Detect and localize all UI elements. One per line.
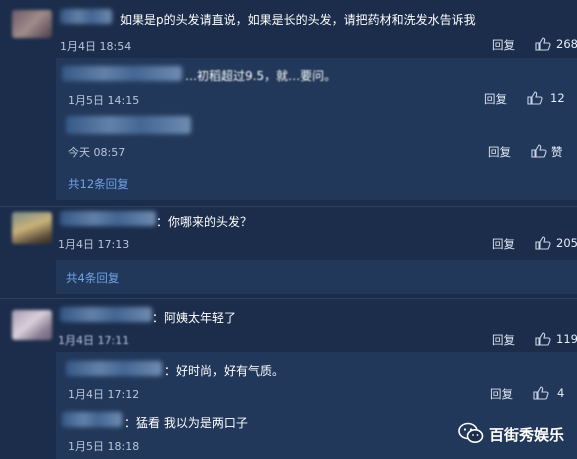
comment-text: 如果是p的头发请直说，如果是长的头发，请把药材和洗发水告诉我 bbox=[120, 13, 476, 27]
watermark-text: 百街秀娱乐 bbox=[489, 426, 565, 444]
username-blurred[interactable] bbox=[60, 307, 152, 322]
reply-date: 今天 08:57 bbox=[68, 146, 126, 159]
reply-button[interactable]: 回复 bbox=[492, 37, 515, 53]
like-count: 12 bbox=[550, 91, 565, 105]
reply-date: 1月4日 17:12 bbox=[68, 388, 140, 401]
avatar[interactable] bbox=[12, 212, 52, 244]
like-icon[interactable] bbox=[533, 386, 549, 400]
reply-date: 1月5日 18:18 bbox=[68, 440, 140, 453]
reply-text: ：好时尚，好有气质。 bbox=[164, 364, 285, 378]
username-blurred[interactable] bbox=[62, 412, 122, 427]
avatar[interactable] bbox=[12, 10, 52, 38]
avatar[interactable] bbox=[12, 310, 52, 340]
comment-date: 1月4日 18:54 bbox=[60, 40, 132, 53]
reply-button[interactable]: 回复 bbox=[490, 386, 513, 402]
like-icon[interactable] bbox=[535, 236, 551, 250]
comment-date: 1月4日 17:13 bbox=[58, 238, 130, 251]
username-blurred[interactable] bbox=[66, 116, 191, 134]
username-blurred[interactable] bbox=[60, 9, 112, 24]
comment-text: ：阿姨太年轻了 bbox=[152, 311, 237, 325]
more-replies-link[interactable]: 共12条回复 bbox=[68, 176, 129, 192]
comment-text: ：你哪来的头发？ bbox=[156, 215, 253, 229]
more-replies-link[interactable]: 共4条回复 bbox=[66, 270, 119, 286]
like-count: 119 bbox=[556, 332, 577, 346]
like-icon[interactable] bbox=[527, 91, 543, 105]
reply-thread bbox=[56, 260, 577, 294]
reply-button[interactable]: 回复 bbox=[492, 332, 515, 348]
reply-button[interactable]: 回复 bbox=[484, 91, 507, 107]
reply-button[interactable]: 回复 bbox=[492, 236, 515, 252]
reply-button[interactable]: 回复 bbox=[488, 144, 511, 160]
reply-text: …初稻超过9.5，就…要问。 bbox=[185, 69, 337, 83]
divider bbox=[0, 206, 577, 207]
username-blurred[interactable] bbox=[60, 211, 156, 226]
like-icon[interactable] bbox=[535, 37, 551, 51]
reply-date: 1月5日 14:15 bbox=[68, 94, 140, 107]
wechat-icon bbox=[458, 422, 484, 443]
username-blurred[interactable] bbox=[62, 66, 182, 81]
like-count: 4 bbox=[557, 386, 565, 400]
divider bbox=[0, 298, 577, 299]
like-icon[interactable] bbox=[535, 332, 551, 346]
comment-date: 1月4日 17:11 bbox=[58, 334, 130, 347]
like-label[interactable]: 赞 bbox=[551, 144, 563, 160]
like-count: 205 bbox=[556, 236, 577, 250]
like-count: 268 bbox=[556, 37, 577, 51]
like-icon[interactable] bbox=[531, 144, 547, 158]
username-blurred[interactable] bbox=[66, 361, 162, 376]
reply-text: ：猛看 我以为是两口子 bbox=[124, 416, 248, 430]
